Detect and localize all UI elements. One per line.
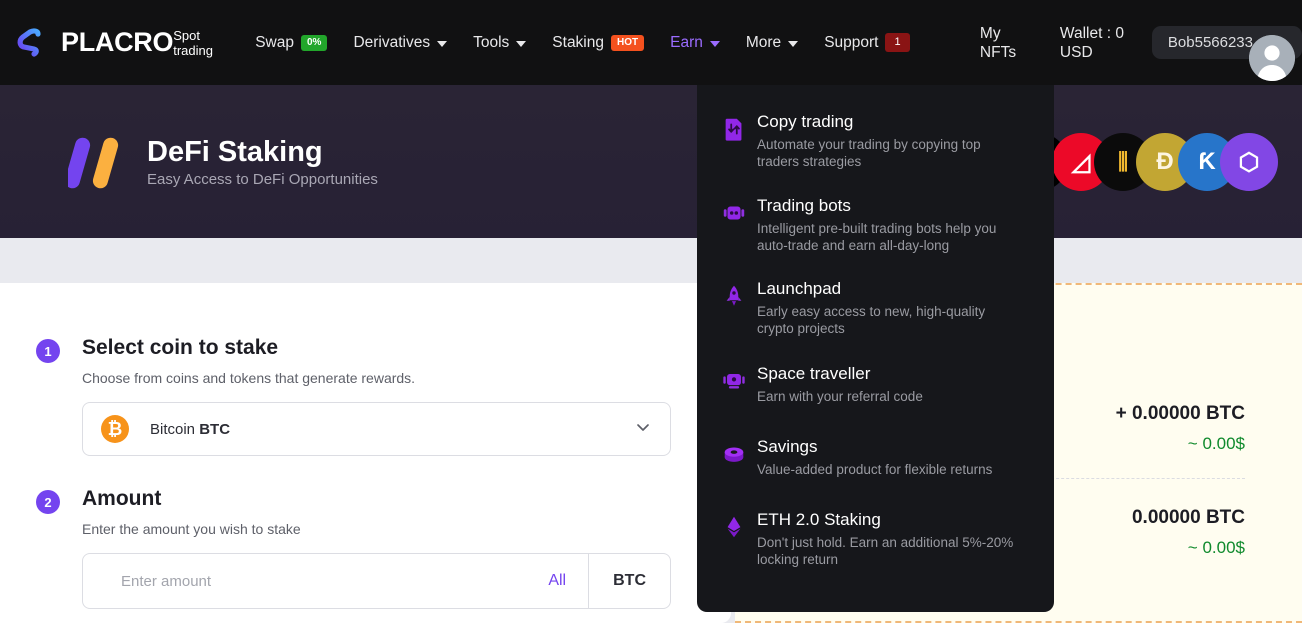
menu-item-title: Trading bots — [757, 196, 851, 215]
chevron-down-icon — [788, 41, 798, 47]
ethereum-icon — [719, 512, 749, 542]
rocket-icon — [719, 281, 749, 311]
nav-badge-hot: HOT — [611, 35, 644, 51]
nav-item-derivatives[interactable]: Derivatives — [353, 34, 447, 52]
chevron-down-icon — [634, 418, 652, 440]
coin-icon-polygon: ⬡ — [1220, 133, 1278, 191]
menu-item-title: Copy trading — [757, 112, 853, 131]
menu-item-savings[interactable]: Savings Value-added product for flexible… — [697, 436, 1054, 478]
menu-item-text: Launchpad Early easy access to new, high… — [757, 278, 1007, 337]
savings-coin-icon — [719, 439, 749, 469]
menu-item-description: Automate your trading by copying top tra… — [757, 136, 1007, 170]
nav-item-support[interactable]: Support 1 — [824, 33, 909, 52]
menu-item-text: Savings Value-added product for flexible… — [757, 436, 992, 478]
step-amount: 2 Amount Enter the amount you wish to st… — [0, 456, 731, 609]
menu-item-text: ETH 2.0 Staking Don't just hold. Earn an… — [757, 509, 1019, 568]
menu-item-title: Savings — [757, 437, 817, 456]
nav-label: Support — [824, 34, 878, 52]
step-title: Select coin to stake — [82, 335, 671, 361]
selected-coin-name: Bitcoin — [150, 421, 195, 438]
nav-item-my-nfts[interactable]: My NFTs — [980, 24, 1038, 62]
nav-label: Swap — [255, 34, 294, 52]
nav-item-earn[interactable]: Earn — [670, 34, 720, 52]
app-root: PLACRO Spot trading Swap 0% Derivatives … — [0, 0, 1302, 623]
main-content: 1 Select coin to stake Choose from coins… — [0, 283, 1302, 623]
amount-unit-label: BTC — [589, 572, 670, 590]
step-body: Select coin to stake Choose from coins a… — [82, 335, 731, 456]
earn-dropdown-menu: Copy trading Automate your trading by co… — [697, 85, 1054, 612]
step-description: Choose from coins and tokens that genera… — [82, 370, 671, 386]
double-slash-logo-icon — [68, 133, 134, 191]
menu-item-copy-trading[interactable]: Copy trading Automate your trading by co… — [697, 111, 1054, 170]
menu-item-launchpad[interactable]: Launchpad Early easy access to new, high… — [697, 278, 1054, 337]
nav-item-tools[interactable]: Tools — [473, 34, 526, 52]
top-header: PLACRO Spot trading Swap 0% Derivatives … — [0, 0, 1302, 85]
hero-banner: DeFi Staking Easy Access to DeFi Opportu… — [0, 85, 1302, 238]
wallet-balance: Wallet : 0 USD — [1060, 24, 1126, 62]
menu-item-title: ETH 2.0 Staking — [757, 510, 881, 529]
brand-text: PLACRO Spot trading — [61, 27, 219, 58]
main-nav: Swap 0% Derivatives Tools Staking HOT Ea… — [255, 33, 980, 52]
page-title: DeFi Staking — [147, 135, 378, 169]
step-number-badge: 2 — [36, 490, 60, 514]
avatar[interactable] — [1249, 35, 1295, 81]
copy-trading-icon — [719, 114, 749, 144]
nav-label: More — [746, 34, 781, 52]
chevron-down-icon — [710, 41, 720, 47]
menu-item-description: Don't just hold. Earn an additional 5%-2… — [757, 534, 1019, 568]
staking-form-card: 1 Select coin to stake Choose from coins… — [0, 283, 731, 623]
amount-all-button[interactable]: All — [526, 572, 588, 590]
page-subtitle: Easy Access to DeFi Opportunities — [147, 171, 378, 188]
nav-label: Tools — [473, 34, 509, 52]
menu-item-text: Copy trading Automate your trading by co… — [757, 111, 1007, 170]
menu-item-eth-2-staking[interactable]: ETH 2.0 Staking Don't just hold. Earn an… — [697, 509, 1054, 568]
nav-item-staking[interactable]: Staking HOT — [552, 34, 644, 52]
trading-bot-icon — [719, 198, 749, 228]
brand-name: PLACRO — [61, 27, 173, 57]
nav-badge-support-count: 1 — [885, 33, 909, 52]
user-name: Bob5566233 — [1168, 34, 1253, 51]
menu-item-description: Early easy access to new, high-quality c… — [757, 303, 1007, 337]
separator-band — [0, 238, 1302, 283]
menu-item-description: Earn with your referral code — [757, 388, 923, 405]
menu-item-title: Launchpad — [757, 279, 841, 298]
nav-label: Earn — [670, 34, 703, 52]
chevron-down-icon — [516, 41, 526, 47]
nav-badge-zero-percent: 0% — [301, 35, 327, 51]
amount-input[interactable] — [83, 573, 526, 590]
menu-item-description: Value-added product for flexible returns — [757, 461, 992, 478]
step-number-badge: 1 — [36, 339, 60, 363]
menu-item-space-traveller[interactable]: Space traveller Earn with your referral … — [697, 363, 1054, 405]
selected-coin-label: Bitcoin BTC — [150, 421, 230, 438]
header-right-cluster: My NFTs Wallet : 0 USD Bob5566233 — [980, 24, 1302, 62]
step-title: Amount — [82, 486, 671, 512]
placro-s-logo-icon — [14, 26, 48, 60]
selected-coin-ticker: BTC — [199, 421, 230, 438]
bitcoin-icon: ₿ — [101, 415, 129, 443]
brand-subtitle: Spot trading — [173, 28, 219, 58]
menu-item-text: Space traveller Earn with your referral … — [757, 363, 923, 405]
coin-select-dropdown[interactable]: ₿ Bitcoin BTC — [82, 402, 671, 456]
menu-item-text: Trading bots Intelligent pre-built tradi… — [757, 195, 1019, 254]
menu-item-title: Space traveller — [757, 364, 870, 383]
nav-item-swap[interactable]: Swap 0% — [255, 34, 327, 52]
hero-texts: DeFi Staking Easy Access to DeFi Opportu… — [147, 135, 378, 188]
amount-input-group: All BTC — [82, 553, 671, 609]
chevron-down-icon — [437, 41, 447, 47]
user-menu-button[interactable]: Bob5566233 — [1152, 26, 1302, 59]
step-body: Amount Enter the amount you wish to stak… — [82, 486, 731, 609]
space-traveller-icon — [719, 366, 749, 396]
menu-item-trading-bots[interactable]: Trading bots Intelligent pre-built tradi… — [697, 195, 1054, 254]
menu-item-description: Intelligent pre-built trading bots help … — [757, 220, 1019, 254]
step-description: Enter the amount you wish to stake — [82, 521, 671, 537]
brand-logo[interactable]: PLACRO Spot trading — [14, 26, 219, 60]
nav-label: Derivatives — [353, 34, 430, 52]
step-select-coin: 1 Select coin to stake Choose from coins… — [0, 283, 731, 456]
nav-item-more[interactable]: More — [746, 34, 798, 52]
nav-label: Staking — [552, 34, 604, 52]
